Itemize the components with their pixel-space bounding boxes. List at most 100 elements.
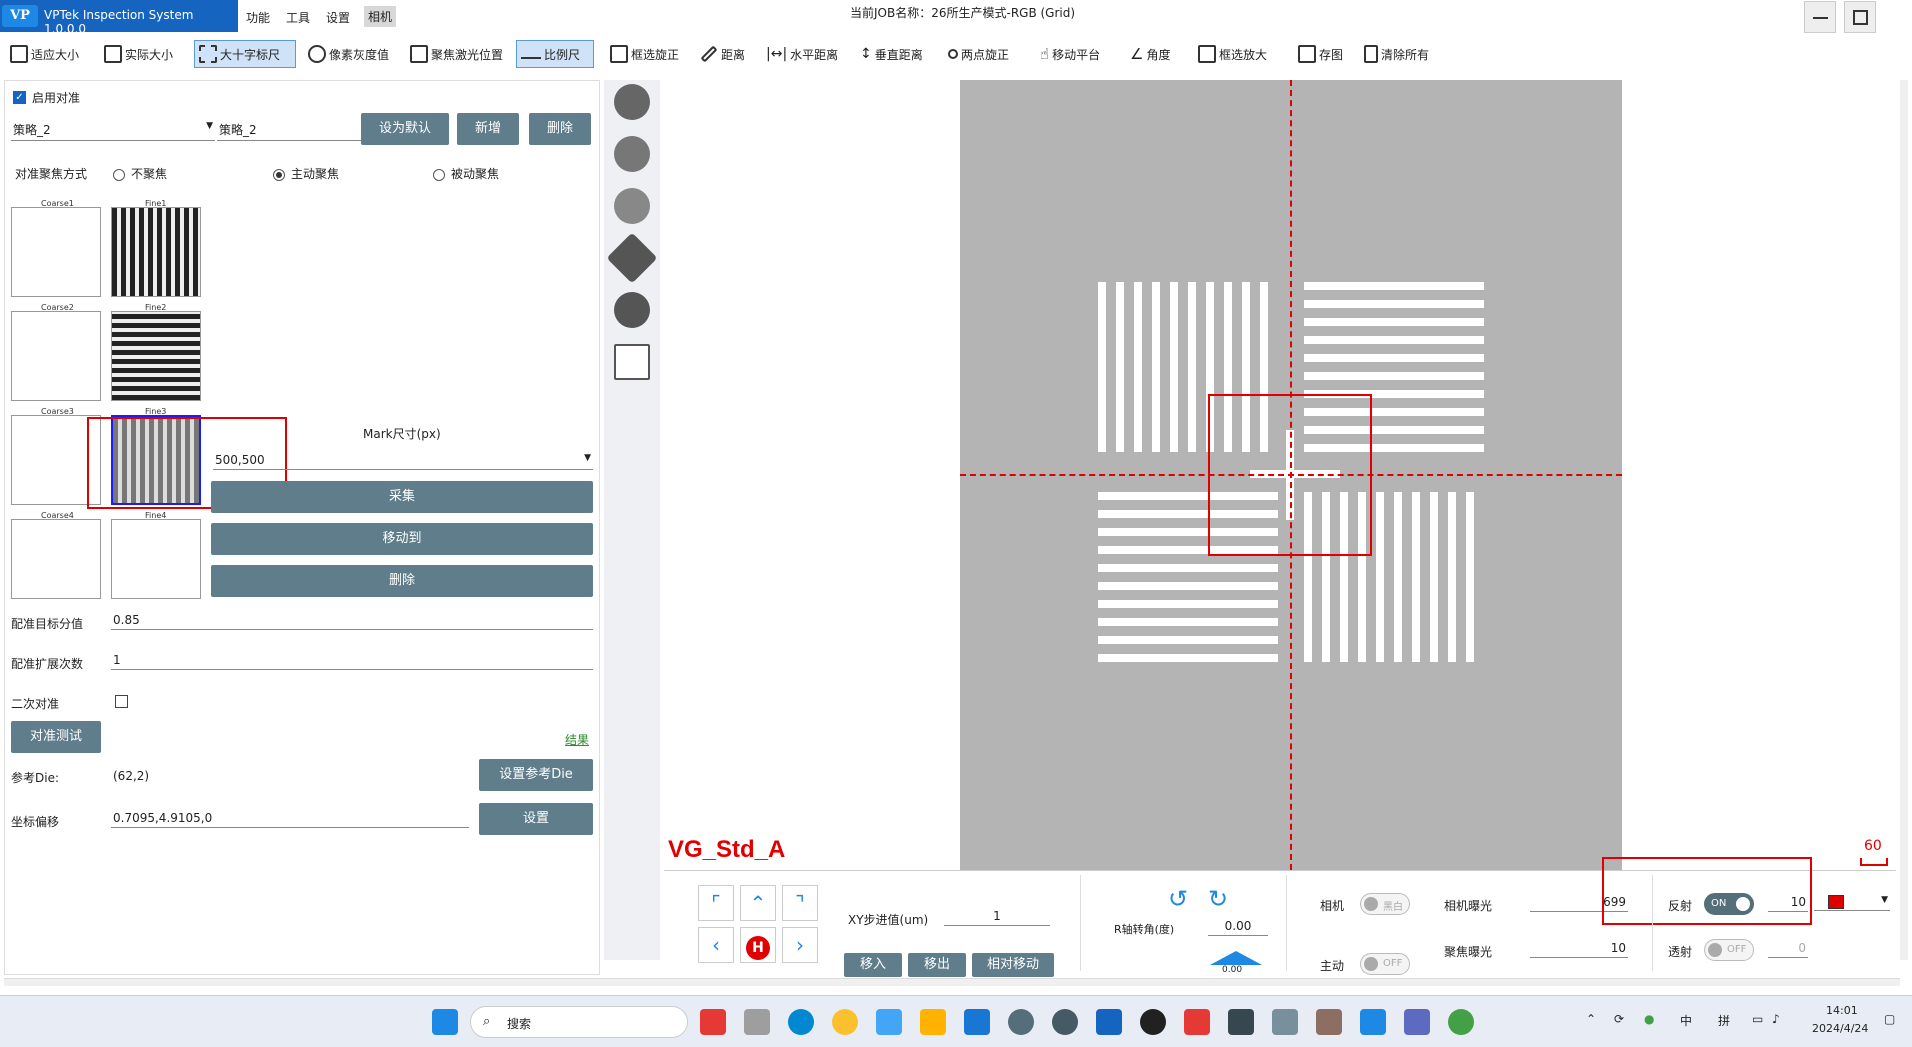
reflect-toggle[interactable]: ON (1704, 893, 1754, 915)
move-left-button[interactable]: ‹ (698, 927, 734, 963)
rotate-cw-icon[interactable]: ↻ (1208, 885, 1228, 913)
strategy-select[interactable]: 策略_2 ▼ (11, 119, 215, 141)
color-select[interactable]: ▼ (1814, 893, 1890, 911)
tool-pixel-gray[interactable]: 像素灰度值 (304, 40, 393, 68)
move-right-button[interactable]: › (782, 927, 818, 963)
coarse4-thumb[interactable] (11, 519, 101, 599)
grid-globe-icon[interactable] (614, 136, 650, 172)
tool-clear-all[interactable]: 清除所有 (1360, 40, 1433, 68)
tool-move-stage[interactable]: ☝ 移动平台 (1036, 40, 1104, 68)
tool-two-point-rotate[interactable]: 两点旋正 (944, 40, 1013, 68)
ime-mode[interactable]: 拼 (1718, 1012, 1730, 1029)
fine2-thumb[interactable] (111, 311, 201, 401)
mark-size-select[interactable]: 500,500 ▼ (213, 451, 593, 470)
tool-angle[interactable]: ∠ 角度 (1126, 40, 1174, 68)
new-button[interactable]: 新增 (457, 113, 519, 145)
align-test-button[interactable]: 对准测试 (11, 721, 101, 753)
app-icon-2[interactable] (1008, 1009, 1034, 1035)
menu-function[interactable]: 功能 (246, 9, 270, 26)
rotate-ccw-icon[interactable]: ↺ (1168, 885, 1188, 913)
task-view-icon[interactable] (744, 1009, 770, 1035)
tool-big-crosshair[interactable]: 大十字标尺 (194, 40, 296, 68)
menu-camera[interactable]: 相机 (364, 6, 397, 27)
set-offset-button[interactable]: 设置 (479, 803, 593, 835)
delete-strategy-button[interactable]: 删除 (529, 113, 591, 145)
horizontal-scrollbar[interactable] (4, 978, 1900, 986)
app-icon-6[interactable] (1360, 1009, 1386, 1035)
move-up-right-button[interactable]: ⌝ (782, 885, 818, 921)
move-in-button[interactable]: 移入 (844, 953, 902, 977)
active-toggle[interactable]: OFF (1360, 953, 1410, 975)
edge-icon[interactable] (788, 1009, 814, 1035)
move-up-button[interactable]: ⌃ (740, 885, 776, 921)
app-icon-1[interactable] (700, 1009, 726, 1035)
transmit-toggle[interactable]: OFF (1704, 939, 1754, 961)
app-icon-4[interactable] (1096, 1009, 1122, 1035)
coord-offset-field[interactable]: 0.7095,4.9105,0 (111, 809, 469, 828)
vptek-app-icon[interactable] (1228, 1009, 1254, 1035)
notification-icon[interactable]: ▢ (1884, 1012, 1895, 1026)
secondary-align-checkbox[interactable] (115, 695, 128, 708)
tool-scale-bar[interactable]: 比例尺 (516, 40, 594, 68)
focus-option-passive[interactable]: 被动聚焦 (433, 165, 499, 182)
tool-distance[interactable]: 距离 (696, 40, 749, 68)
tool-focus-laser[interactable]: 聚焦激光位置 (406, 40, 507, 68)
qq-icon[interactable] (1140, 1009, 1166, 1035)
tool-save-image[interactable]: 存图 (1294, 40, 1347, 68)
home-button[interactable]: H (740, 927, 776, 963)
reflect-value-field[interactable]: 10 (1768, 893, 1808, 912)
tool-fit-size[interactable]: 适应大小 (6, 40, 83, 68)
triangle-up-icon[interactable] (1210, 951, 1262, 965)
camera-view[interactable]: VG_Std_A 60 (664, 80, 1896, 870)
menu-settings[interactable]: 设置 (326, 9, 350, 26)
wechat-icon[interactable] (1448, 1009, 1474, 1035)
relative-move-button[interactable]: 相对移动 (972, 953, 1054, 977)
coarse1-thumb[interactable] (11, 207, 101, 297)
image-view-icon[interactable] (614, 292, 650, 328)
set-ref-die-button[interactable]: 设置参考Die (479, 759, 593, 791)
capture-button[interactable]: 采集 (211, 481, 593, 513)
map-list-icon[interactable] (614, 188, 650, 224)
calculator-icon[interactable] (1272, 1009, 1298, 1035)
camera-icon[interactable] (614, 84, 650, 120)
fine4-thumb[interactable] (111, 519, 201, 599)
app-icon-3[interactable] (1052, 1009, 1078, 1035)
r-angle-field[interactable]: 0.00 (1208, 917, 1268, 936)
strategy-name-field[interactable]: 策略_2 (217, 119, 361, 141)
coarse2-thumb[interactable] (11, 311, 101, 401)
vertical-scrollbar[interactable] (1900, 80, 1908, 960)
chevron-up-icon[interactable]: ⌃ (1586, 1012, 1596, 1026)
maximize-button[interactable] (1844, 1, 1876, 33)
chrome-icon[interactable] (832, 1009, 858, 1035)
minimize-button[interactable] (1804, 1, 1836, 33)
sync-icon[interactable]: ⟳ (1614, 1012, 1624, 1026)
camera-mode-toggle[interactable]: 黑白 (1360, 893, 1410, 915)
volume-icon[interactable]: ♪ (1772, 1012, 1780, 1026)
focus-exposure-field[interactable]: 10 (1530, 939, 1628, 958)
store-icon[interactable] (876, 1009, 902, 1035)
xy-step-field[interactable]: 1 (944, 907, 1050, 926)
start-icon[interactable] (432, 1009, 458, 1035)
delete-mark-button[interactable]: 删除 (211, 565, 593, 597)
enable-align-checkbox[interactable]: ✓ 启用对准 (13, 89, 80, 106)
folder-icon[interactable] (920, 1009, 946, 1035)
ime-lang[interactable]: 中 (1680, 1012, 1692, 1029)
move-up-left-button[interactable]: ⌜ (698, 885, 734, 921)
tool-h-distance[interactable]: |↔| 水平距离 (762, 40, 842, 68)
fine1-thumb[interactable] (111, 207, 201, 297)
transmit-value-field[interactable]: 0 (1768, 939, 1808, 958)
checklist-icon[interactable] (614, 344, 650, 380)
app-icon-5[interactable] (1316, 1009, 1342, 1035)
search-box[interactable]: ⌕ 搜索 (470, 1006, 688, 1038)
match-score-field[interactable]: 0.85 (111, 611, 593, 630)
mail-icon[interactable] (964, 1009, 990, 1035)
match-expand-field[interactable]: 1 (111, 651, 593, 670)
move-to-button[interactable]: 移动到 (211, 523, 593, 555)
ruler-tool-icon[interactable] (606, 232, 658, 284)
wps-icon[interactable] (1184, 1009, 1210, 1035)
tool-box-rotate[interactable]: 框选旋正 (606, 40, 683, 68)
network-icon[interactable]: ▭ (1752, 1012, 1763, 1026)
menu-tools[interactable]: 工具 (286, 9, 310, 26)
tool-v-distance[interactable]: ↕ 垂直距离 (856, 40, 927, 68)
tool-box-zoom[interactable]: 框选放大 (1194, 40, 1271, 68)
